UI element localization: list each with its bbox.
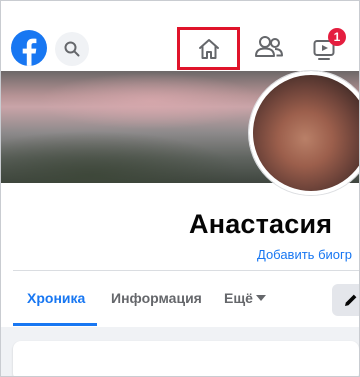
feed-card bbox=[13, 341, 359, 376]
facebook-logo-icon[interactable] bbox=[11, 30, 47, 66]
profile-name: Анастасия bbox=[189, 209, 333, 239]
home-icon bbox=[199, 39, 219, 59]
caret-down-icon bbox=[256, 295, 266, 301]
pencil-icon bbox=[345, 294, 357, 306]
active-tab-indicator bbox=[13, 323, 97, 326]
notification-badge: 1 bbox=[328, 28, 346, 46]
nav-home-highlighted[interactable] bbox=[177, 27, 240, 70]
nav-watch[interactable]: 1 bbox=[311, 28, 346, 64]
tab-about[interactable]: Информация bbox=[111, 290, 202, 306]
add-bio-link[interactable]: Добавить биогр bbox=[257, 247, 352, 262]
nav-friends[interactable] bbox=[254, 34, 284, 62]
search-icon bbox=[64, 41, 80, 57]
top-navigation-bar: 1 bbox=[1, 1, 359, 71]
app-frame: 1 Анастасия Добавить биогр Хроника Инфор… bbox=[0, 0, 360, 377]
search-button[interactable] bbox=[55, 32, 89, 66]
edit-profile-button[interactable] bbox=[332, 284, 359, 316]
tab-more-label: Ещё bbox=[224, 290, 253, 306]
tab-more[interactable]: Ещё bbox=[224, 290, 253, 306]
tab-timeline[interactable]: Хроника bbox=[27, 290, 85, 306]
divider bbox=[13, 270, 359, 271]
friends-icon bbox=[255, 36, 283, 57]
